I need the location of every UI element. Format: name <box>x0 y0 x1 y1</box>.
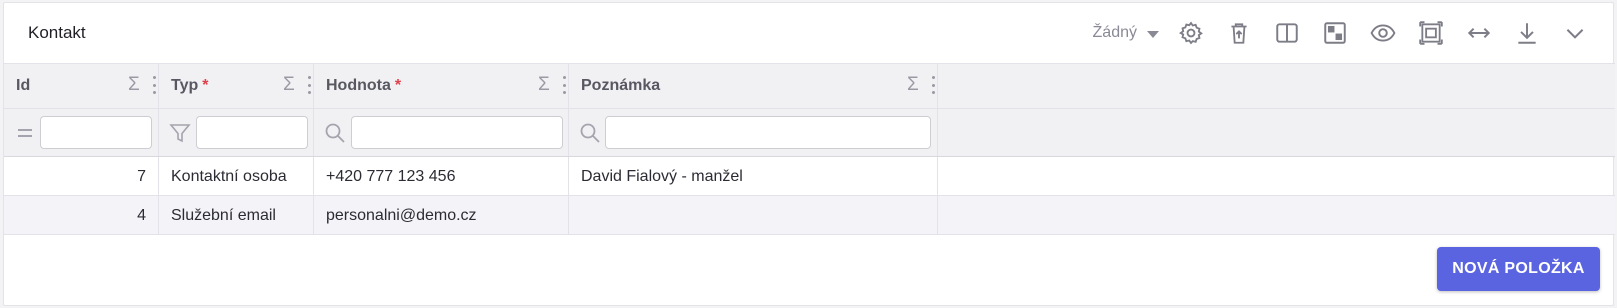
delete-button[interactable] <box>1215 15 1263 51</box>
settings-icon <box>1178 21 1203 45</box>
cell-poznamka: David Fialový - manžel <box>569 157 938 195</box>
sum-icon[interactable]: Σ <box>283 74 295 96</box>
contact-panel: Kontakt Žádný Id Σ Typ * Σ Hodnota * Σ P… <box>3 2 1615 306</box>
panel-header: Kontakt Žádný <box>4 3 1613 63</box>
column-label-poznamka: Poznámka <box>581 77 664 95</box>
column-header-typ[interactable]: Typ * Σ <box>159 64 314 108</box>
column-header-poznamka[interactable]: Poznámka Σ <box>569 64 938 108</box>
column-menu-icon[interactable] <box>307 76 311 94</box>
column-menu-icon[interactable] <box>152 76 156 94</box>
search-icon[interactable] <box>579 122 601 144</box>
toolbar: Žádný <box>1093 15 1599 51</box>
density-icon <box>1324 22 1346 44</box>
equals-icon[interactable] <box>14 122 36 144</box>
filter-icon[interactable] <box>169 122 191 144</box>
cell-typ: Služební email <box>159 196 314 234</box>
chevron-down-icon <box>1566 29 1584 39</box>
filter-cell-poznamka <box>569 109 938 156</box>
filter-input-poznamka[interactable] <box>605 116 931 149</box>
filter-cell-hodnota <box>314 109 569 156</box>
column-header-hodnota[interactable]: Hodnota * Σ <box>314 64 569 108</box>
filter-input-typ[interactable] <box>196 116 308 149</box>
column-label-text: Typ <box>171 77 199 94</box>
visibility-icon <box>1370 24 1396 42</box>
view-selector[interactable]: Žádný <box>1093 24 1159 42</box>
fit-width-icon <box>1467 27 1491 39</box>
column-menu-icon[interactable] <box>562 76 566 94</box>
cell-typ: Kontaktní osoba <box>159 157 314 195</box>
column-menu-icon[interactable] <box>931 76 935 94</box>
table-row[interactable]: 7 Kontaktní osoba +420 777 123 456 David… <box>4 157 1615 196</box>
settings-button[interactable] <box>1167 15 1215 51</box>
sum-icon[interactable]: Σ <box>538 74 550 96</box>
download-icon <box>1518 23 1536 44</box>
required-marker: * <box>394 77 402 94</box>
collapse-button[interactable] <box>1551 15 1599 51</box>
cell-hodnota: +420 777 123 456 <box>314 157 569 195</box>
column-label-text: Hodnota <box>326 77 391 94</box>
column-label-text: Id <box>16 77 31 94</box>
density-button[interactable] <box>1311 15 1359 51</box>
header-row: Id Σ Typ * Σ Hodnota * Σ Poznámka Σ <box>4 63 1615 109</box>
download-button[interactable] <box>1503 15 1551 51</box>
filter-row <box>4 109 1615 157</box>
filter-input-id[interactable] <box>40 116 152 149</box>
panel-title: Kontakt <box>28 23 86 42</box>
columns-icon <box>1276 23 1298 43</box>
delete-icon <box>1231 23 1247 44</box>
cell-id: 4 <box>4 196 159 234</box>
sum-icon[interactable]: Σ <box>128 74 140 96</box>
fullscreen-button[interactable] <box>1407 15 1455 51</box>
column-label-typ: Typ * <box>171 77 209 95</box>
column-header-id[interactable]: Id Σ <box>4 64 159 108</box>
visibility-button[interactable] <box>1359 15 1407 51</box>
cell-poznamka <box>569 196 938 234</box>
add-item-button[interactable]: NOVÁ POLOŽKA <box>1437 247 1600 291</box>
filter-input-hodnota[interactable] <box>351 116 563 149</box>
table-row[interactable]: 4 Služební email personalni@demo.cz <box>4 196 1615 235</box>
filter-cell-id <box>4 109 159 156</box>
caret-down-icon <box>1147 30 1159 38</box>
view-selector-value: Žádný <box>1092 24 1137 41</box>
column-label-text: Poznámka <box>581 77 661 94</box>
cell-id: 7 <box>4 157 159 195</box>
column-label-hodnota: Hodnota * <box>326 77 401 95</box>
search-icon[interactable] <box>324 122 346 144</box>
filter-cell-typ <box>159 109 314 156</box>
fit-width-button[interactable] <box>1455 15 1503 51</box>
column-label-id: Id <box>16 77 34 95</box>
required-marker: * <box>202 77 209 94</box>
cell-hodnota: personalni@demo.cz <box>314 196 569 234</box>
columns-button[interactable] <box>1263 15 1311 51</box>
sum-icon[interactable]: Σ <box>907 74 919 96</box>
fullscreen-icon <box>1419 21 1443 45</box>
